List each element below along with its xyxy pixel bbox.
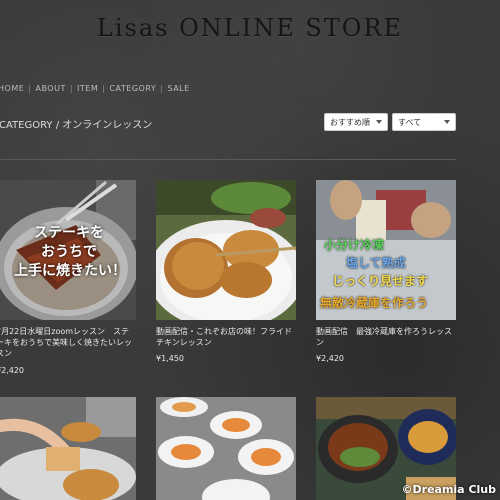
divider	[0, 159, 456, 160]
product-price: ¥2,420	[316, 354, 344, 363]
sort-select-value: おすすめ順	[330, 117, 370, 127]
nav-item[interactable]: ITEM	[77, 84, 98, 93]
product-price: ¥2,420	[0, 366, 24, 375]
cutlet-image	[0, 397, 136, 500]
nav-separator: |	[69, 84, 74, 93]
nav-separator: |	[102, 84, 106, 93]
product-price: ¥1,450	[156, 354, 184, 363]
product-image[interactable]	[156, 397, 296, 500]
product-caption[interactable]: 7月22日水曜日zoomレッスン ステーキをおうちで美味しく焼きたいレッスン	[0, 326, 136, 359]
watermark: ©Dreamia Club	[401, 483, 496, 496]
range-select[interactable]: すべて	[392, 113, 456, 131]
product-caption[interactable]: 動画配信・これぞお店の味！フライドチキンレッスン	[156, 326, 296, 348]
fried-chicken-image	[156, 180, 296, 320]
product-caption[interactable]: 動画配信 最強冷蔵庫を作ろうレッスン	[316, 326, 456, 348]
product-image[interactable]	[156, 180, 296, 320]
soup-bowls-image	[156, 397, 296, 500]
nav-separator: |	[160, 84, 164, 93]
breadcrumb: CATEGORY / オンラインレッスン	[0, 120, 153, 131]
nav-category[interactable]: CATEGORY	[109, 84, 156, 93]
overlay-line-4: 無敵冷蔵庫を作ろう	[320, 296, 429, 310]
product-image[interactable]: ステーキを おうちで 上手に焼きたい！	[0, 180, 136, 320]
nav-home[interactable]: HOME	[0, 84, 24, 93]
main-nav: HOME | ABOUT | ITEM | CATEGORY | SALE	[0, 84, 190, 93]
nav-separator: |	[28, 84, 32, 93]
overlay-line-2: 塩して熟成	[346, 256, 406, 270]
range-select-value: すべて	[398, 117, 422, 127]
nav-about[interactable]: ABOUT	[35, 84, 65, 93]
overlay-line-3: じっくり見せます	[332, 274, 429, 288]
overlay-line-1: 小分け冷凍	[324, 238, 385, 252]
product-overlay-text: ステーキを おうちで 上手に焼きたい！	[14, 225, 126, 279]
chevron-down-icon	[444, 120, 450, 124]
nav-sale[interactable]: SALE	[167, 84, 189, 93]
sort-select[interactable]: おすすめ順	[324, 113, 388, 131]
product-image[interactable]	[0, 397, 136, 500]
store-title[interactable]: Lisas ONLINE STORE	[0, 14, 500, 42]
chevron-down-icon	[376, 120, 382, 124]
product-image[interactable]: 小分け冷凍 塩して熟成 じっくり見せます 無敵冷蔵庫を作ろう	[316, 180, 456, 320]
